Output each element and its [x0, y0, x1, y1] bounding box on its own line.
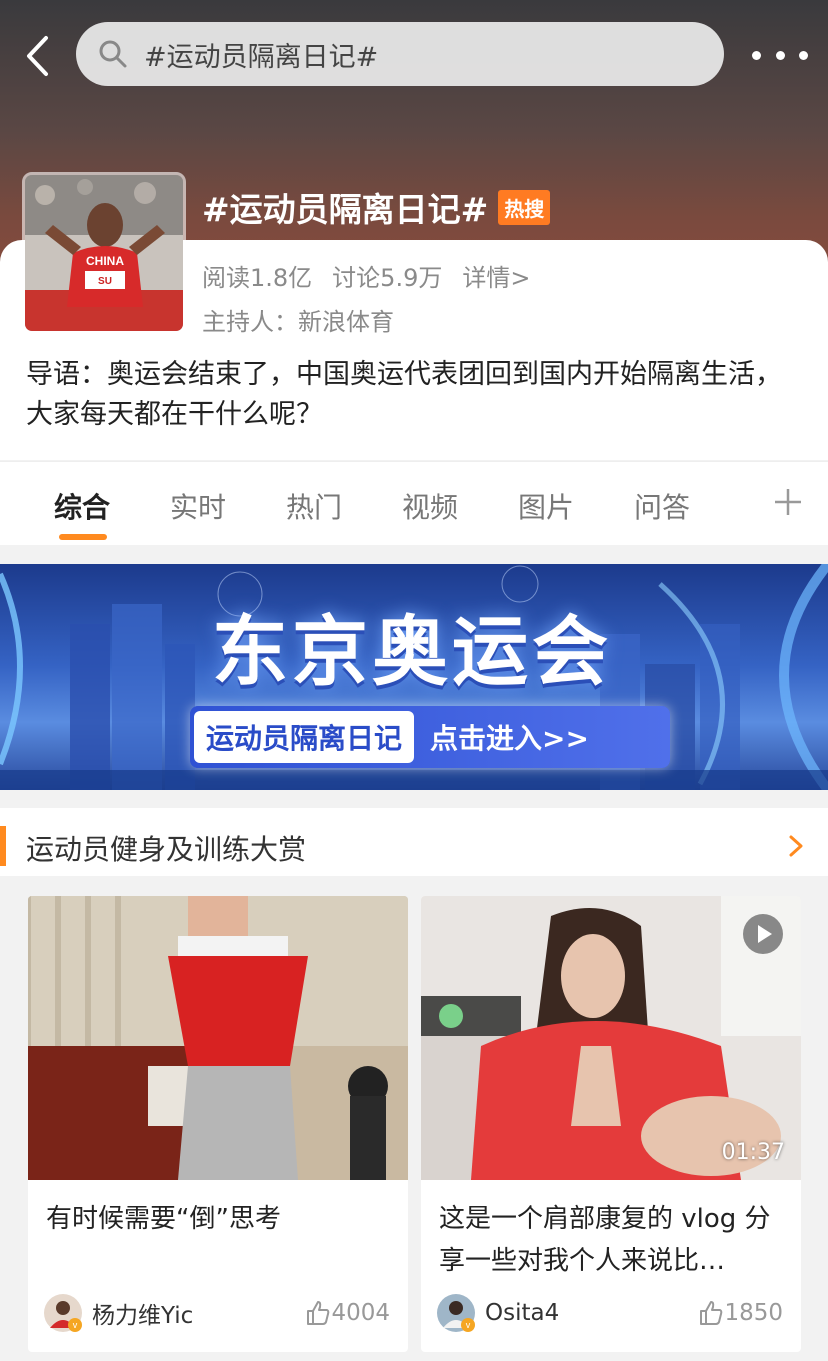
- play-icon[interactable]: [743, 914, 783, 954]
- back-button[interactable]: [20, 34, 56, 78]
- section-header[interactable]: 运动员健身及训练大赏: [0, 808, 828, 876]
- chevron-right-icon: [789, 835, 803, 857]
- author-name: 杨力维Yic: [92, 1303, 194, 1329]
- video-duration: 01:37: [721, 1140, 785, 1165]
- post-card[interactable]: 01:37 这是一个肩部康复的 vlog 分享一些对我个人来说比… v Osit…: [421, 896, 801, 1352]
- active-tab-indicator: [59, 534, 107, 540]
- svg-text:v: v: [73, 1320, 78, 1330]
- avatar: v: [44, 1294, 82, 1332]
- post-text: 这是一个肩部康复的 vlog 分享一些对我个人来说比…: [439, 1204, 771, 1276]
- avatar: v: [437, 1294, 475, 1332]
- topic-stats: 阅读1.8亿 讨论5.9万 详情>: [202, 258, 530, 293]
- more-icon: [752, 50, 761, 60]
- tab-hot[interactable]: 热门: [286, 486, 342, 526]
- like-button[interactable]: 1850: [698, 1300, 783, 1326]
- search-query: #运动员隔离日记#: [144, 41, 379, 73]
- hot-badge: 热搜: [498, 189, 551, 225]
- post-thumbnail[interactable]: [28, 896, 408, 1180]
- thumbs-up-icon: [700, 1301, 723, 1325]
- banner-enter-button[interactable]: 运动员隔离日记 点击进入>>: [190, 706, 670, 768]
- avatar-bib-text: SU: [98, 276, 112, 287]
- read-count: 阅读1.8亿: [202, 264, 313, 292]
- post-author[interactable]: v 杨力维Yic: [44, 1294, 193, 1332]
- section-accent-bar: [0, 826, 6, 866]
- topic-avatar[interactable]: CHINA SU: [22, 172, 186, 334]
- tab-comprehensive[interactable]: 综合: [54, 486, 110, 526]
- back-icon: [27, 36, 48, 76]
- like-count: 4004: [331, 1300, 390, 1326]
- post-card[interactable]: 有时候需要“倒”思考 v 杨力维Yic 4004: [28, 896, 408, 1352]
- post-text: 有时候需要“倒”思考: [46, 1204, 281, 1234]
- more-button[interactable]: [752, 38, 808, 72]
- tab-bar: 综合 实时 热门 视频 图片 问答: [0, 461, 828, 545]
- topic-title-text: #运动员隔离日记#: [202, 190, 489, 229]
- detail-link[interactable]: 详情>: [462, 258, 530, 293]
- tab-video[interactable]: 视频: [402, 486, 458, 526]
- svg-text:v: v: [466, 1320, 471, 1330]
- section-title: 运动员健身及训练大赏: [26, 833, 307, 866]
- banner-enter-label: 点击进入>>: [430, 722, 589, 755]
- search-icon: [96, 37, 130, 71]
- thumbs-up-icon: [307, 1301, 330, 1325]
- discussion-count: 讨论5.9万: [332, 264, 443, 292]
- banner-title: 东京奥运会: [212, 607, 612, 696]
- like-button[interactable]: 4004: [305, 1300, 390, 1326]
- topic-host[interactable]: 主持人：新浪体育: [202, 302, 394, 337]
- tab-images[interactable]: 图片: [518, 486, 574, 526]
- post-author[interactable]: v Osita4: [437, 1294, 559, 1332]
- post-thumbnail[interactable]: 01:37: [421, 896, 801, 1180]
- plus-icon[interactable]: [772, 486, 804, 518]
- topic-intro: 导语：奥运会结束了，中国奥运代表团回到国内开始隔离生活，大家每天都在干什么呢？: [26, 359, 782, 430]
- search-bar[interactable]: #运动员隔离日记#: [76, 22, 724, 86]
- banner-pill-label: 运动员隔离日记: [194, 711, 415, 763]
- tab-qa[interactable]: 问答: [634, 486, 690, 526]
- topic-title: #运动员隔离日记# 热搜: [202, 183, 551, 231]
- tab-realtime[interactable]: 实时: [170, 486, 226, 526]
- like-count: 1850: [724, 1300, 783, 1326]
- author-name: Osita4: [485, 1300, 560, 1326]
- avatar-shirt-text: CHINA: [86, 254, 124, 268]
